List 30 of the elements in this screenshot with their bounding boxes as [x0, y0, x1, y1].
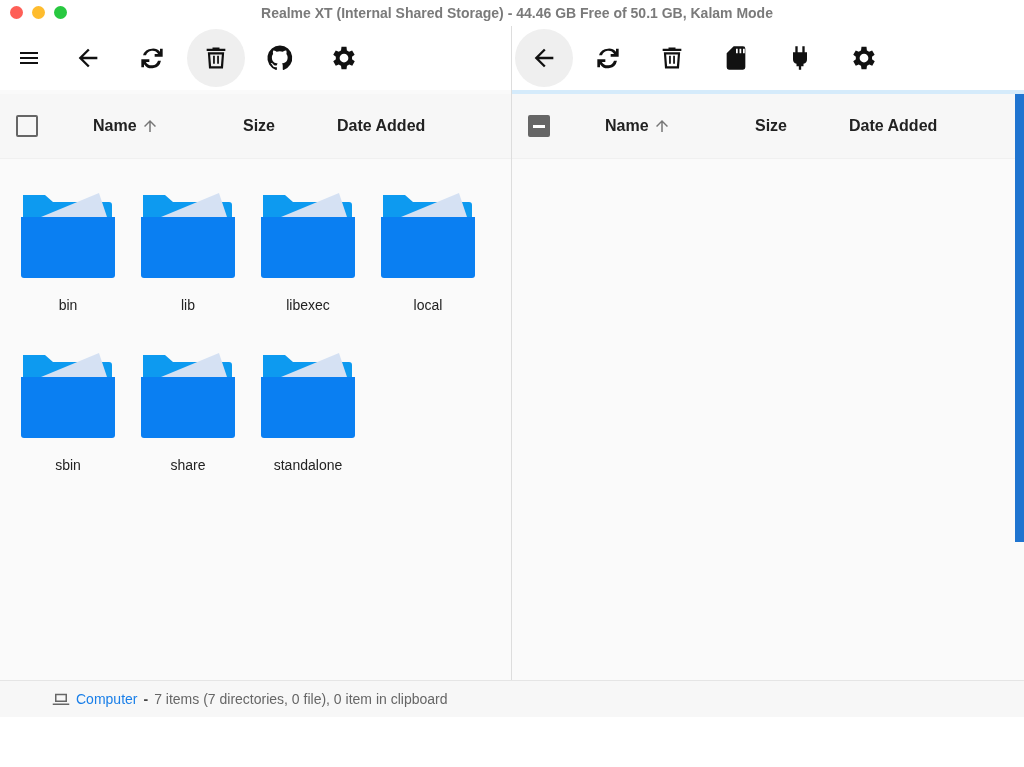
- folder-name: libexec: [286, 297, 330, 313]
- column-label[interactable]: Name: [93, 117, 137, 135]
- column-label[interactable]: Date Added: [337, 117, 426, 135]
- column-label[interactable]: Date Added: [849, 117, 938, 135]
- scrollbar[interactable]: [1015, 94, 1024, 542]
- folder-icon[interactable]: [259, 351, 357, 441]
- column-label[interactable]: Name: [605, 117, 649, 135]
- folder-name: lib: [181, 297, 195, 313]
- location-link[interactable]: Computer: [76, 691, 138, 707]
- column-label[interactable]: Size: [243, 117, 275, 135]
- separator: -: [143, 691, 149, 707]
- folder-icon[interactable]: [139, 351, 237, 441]
- github-icon: [265, 43, 295, 73]
- folder-icon[interactable]: [19, 191, 117, 281]
- select-all-checkbox[interactable]: [16, 115, 38, 137]
- folder-name: local: [413, 297, 443, 313]
- folder-icon[interactable]: [259, 191, 357, 281]
- folder-icon[interactable]: [379, 191, 477, 281]
- folder-icon[interactable]: [139, 191, 237, 281]
- status-summary: 7 items (7 directories, 0 file), 0 item in clipboard: [154, 691, 448, 707]
- laptop-icon: [52, 691, 70, 707]
- column-label[interactable]: Size: [755, 117, 787, 135]
- close-button[interactable]: [10, 6, 23, 19]
- select-all-checkbox[interactable]: [528, 115, 550, 137]
- folder-icon[interactable]: [19, 351, 117, 441]
- folder-name: sbin: [55, 457, 81, 473]
- folder-name: share: [170, 457, 206, 473]
- folder-name: standalone: [273, 457, 343, 473]
- window-title: Realme XT (Internal Shared Storage) - 44.46 GB Free of 50.1 GB, Kalam Mode: [260, 5, 773, 21]
- folder-name: bin: [58, 297, 78, 313]
